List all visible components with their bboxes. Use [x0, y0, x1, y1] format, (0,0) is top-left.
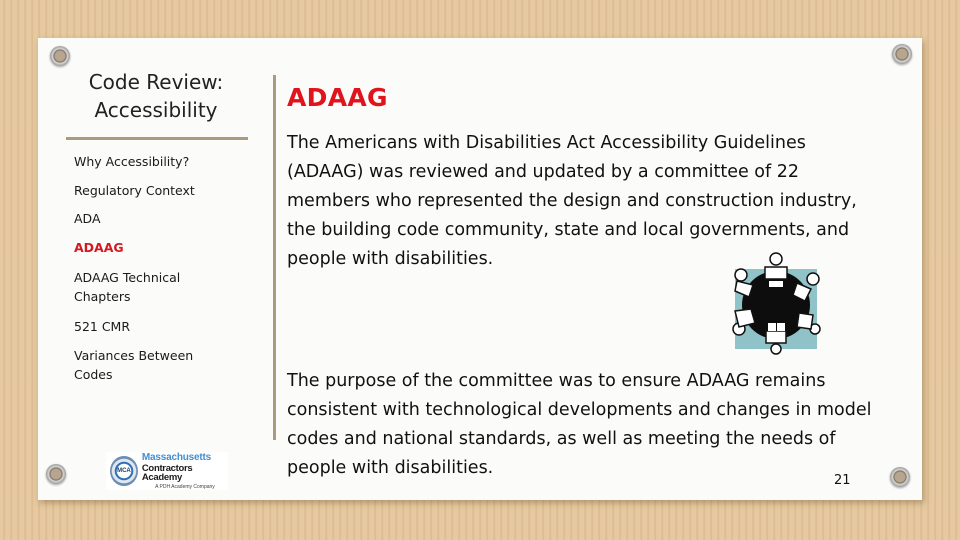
nav-item-variances-between-codes[interactable]: Variances Between Codes [74, 346, 214, 384]
academy-logo: MCA Massachusetts Contractors Academy A … [106, 452, 228, 490]
nav-item-521-cmr[interactable]: 521 CMR [74, 317, 130, 336]
page-number: 21 [834, 473, 851, 488]
logo-line3: A PDH Academy Company [155, 483, 215, 490]
content-divider [273, 75, 276, 440]
nav-item-adaag[interactable]: ADAAG [74, 238, 124, 257]
sidebar-title-line1: Code Review: [88, 70, 224, 94]
logo-line1: Massachusetts [141, 451, 211, 463]
nav-item-adaag-technical-chapters[interactable]: ADAAG Technical Chapters [74, 268, 214, 306]
committee-round-table-icon [727, 251, 825, 355]
slide-card: Code Review: Accessibility Why Accessibi… [38, 38, 922, 500]
grommet-icon [46, 464, 66, 484]
logo-line2: Contractors Academy [141, 462, 193, 483]
slide-title: ADAAG [287, 83, 388, 112]
paragraph-purpose: The purpose of the committee was to ensu… [287, 371, 872, 478]
nav-item-regulatory-context[interactable]: Regulatory Context [74, 181, 195, 200]
grommet-icon [50, 46, 70, 66]
sidebar-title: Code Review: Accessibility [68, 68, 244, 124]
sidebar-title-line2: Accessibility [94, 98, 218, 122]
sidebar-divider [66, 137, 248, 140]
nav-item-ada[interactable]: ADA [74, 209, 101, 228]
grommet-icon [892, 44, 912, 64]
logo-badge-icon: MCA [110, 456, 138, 486]
nav-item-why-accessibility[interactable]: Why Accessibility? [74, 152, 189, 171]
grommet-icon [890, 467, 910, 487]
